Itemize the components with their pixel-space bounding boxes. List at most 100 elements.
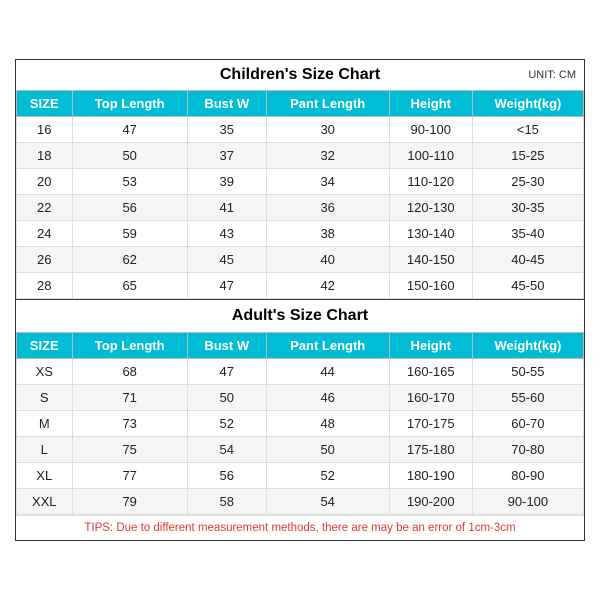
- table-cell: 32: [266, 143, 389, 169]
- table-row: XL775652180-19080-90: [17, 463, 584, 489]
- table-cell: 60-70: [472, 411, 583, 437]
- table-cell: 47: [187, 273, 266, 299]
- table-cell: 68: [72, 359, 187, 385]
- table-cell: 70-80: [472, 437, 583, 463]
- table-cell: 47: [72, 117, 187, 143]
- table-cell: 20: [17, 169, 73, 195]
- tips-text: TIPS: Due to different measurement metho…: [16, 515, 584, 540]
- table-row: 22564136120-13030-35: [17, 195, 584, 221]
- table-cell: 120-130: [389, 195, 472, 221]
- table-cell: XL: [17, 463, 73, 489]
- table-cell: 36: [266, 195, 389, 221]
- table-cell: 25-30: [472, 169, 583, 195]
- table-cell: 52: [187, 411, 266, 437]
- table-cell: 39: [187, 169, 266, 195]
- adult-header-weight: Weight(kg): [472, 333, 583, 359]
- table-cell: 56: [187, 463, 266, 489]
- table-cell: 22: [17, 195, 73, 221]
- unit-label: UNIT: CM: [528, 69, 576, 81]
- table-cell: 77: [72, 463, 187, 489]
- table-cell: 90-100: [472, 489, 583, 515]
- table-cell: M: [17, 411, 73, 437]
- table-cell: 130-140: [389, 221, 472, 247]
- children-header-size: SIZE: [17, 91, 73, 117]
- table-cell: 75: [72, 437, 187, 463]
- table-row: M735248170-17560-70: [17, 411, 584, 437]
- children-table: SIZE Top Length Bust W Pant Length Heigh…: [16, 90, 584, 299]
- table-cell: 45: [187, 247, 266, 273]
- children-header-weight: Weight(kg): [472, 91, 583, 117]
- table-cell: 15-25: [472, 143, 583, 169]
- adult-header-height: Height: [389, 333, 472, 359]
- table-cell: 26: [17, 247, 73, 273]
- table-cell: 40: [266, 247, 389, 273]
- table-cell: 56: [72, 195, 187, 221]
- table-row: XXL795854190-20090-100: [17, 489, 584, 515]
- table-cell: <15: [472, 117, 583, 143]
- table-cell: L: [17, 437, 73, 463]
- adult-header-pant-length: Pant Length: [266, 333, 389, 359]
- table-row: L755450175-18070-80: [17, 437, 584, 463]
- children-header-row: SIZE Top Length Bust W Pant Length Heigh…: [17, 91, 584, 117]
- table-row: 20533934110-12025-30: [17, 169, 584, 195]
- table-cell: 41: [187, 195, 266, 221]
- children-header-pant-length: Pant Length: [266, 91, 389, 117]
- adult-header-row: SIZE Top Length Bust W Pant Length Heigh…: [17, 333, 584, 359]
- adult-title-text: Adult's Size Chart: [232, 307, 368, 324]
- table-cell: 45-50: [472, 273, 583, 299]
- table-row: S715046160-17055-60: [17, 385, 584, 411]
- table-cell: 38: [266, 221, 389, 247]
- table-cell: 170-175: [389, 411, 472, 437]
- table-cell: 16: [17, 117, 73, 143]
- table-row: 28654742150-16045-50: [17, 273, 584, 299]
- table-cell: 50: [266, 437, 389, 463]
- table-cell: 53: [72, 169, 187, 195]
- children-header-height: Height: [389, 91, 472, 117]
- table-cell: 50: [187, 385, 266, 411]
- table-cell: 54: [187, 437, 266, 463]
- children-title-text: Children's Size Chart: [220, 66, 380, 83]
- table-cell: 48: [266, 411, 389, 437]
- table-row: 26624540140-15040-45: [17, 247, 584, 273]
- adult-chart-title: Adult's Size Chart: [16, 299, 584, 332]
- table-cell: 34: [266, 169, 389, 195]
- table-cell: 47: [187, 359, 266, 385]
- table-cell: 55-60: [472, 385, 583, 411]
- table-cell: 40-45: [472, 247, 583, 273]
- table-cell: 24: [17, 221, 73, 247]
- table-cell: 65: [72, 273, 187, 299]
- table-cell: 43: [187, 221, 266, 247]
- table-cell: 42: [266, 273, 389, 299]
- adult-header-top-length: Top Length: [72, 333, 187, 359]
- table-cell: 59: [72, 221, 187, 247]
- table-cell: 54: [266, 489, 389, 515]
- table-cell: 180-190: [389, 463, 472, 489]
- adult-header-bust-w: Bust W: [187, 333, 266, 359]
- table-cell: 80-90: [472, 463, 583, 489]
- table-row: 1647353090-100<15: [17, 117, 584, 143]
- children-chart-title: Children's Size Chart UNIT: CM: [16, 60, 584, 90]
- table-cell: XXL: [17, 489, 73, 515]
- table-cell: 18: [17, 143, 73, 169]
- table-row: 24594338130-14035-40: [17, 221, 584, 247]
- children-header-top-length: Top Length: [72, 91, 187, 117]
- table-cell: 140-150: [389, 247, 472, 273]
- table-row: 18503732100-11015-25: [17, 143, 584, 169]
- table-cell: 50-55: [472, 359, 583, 385]
- table-cell: 79: [72, 489, 187, 515]
- table-cell: 100-110: [389, 143, 472, 169]
- table-cell: 37: [187, 143, 266, 169]
- table-cell: 110-120: [389, 169, 472, 195]
- table-cell: 46: [266, 385, 389, 411]
- table-cell: 150-160: [389, 273, 472, 299]
- table-cell: S: [17, 385, 73, 411]
- table-cell: 28: [17, 273, 73, 299]
- table-cell: 35: [187, 117, 266, 143]
- table-cell: 71: [72, 385, 187, 411]
- table-cell: 44: [266, 359, 389, 385]
- table-cell: 30-35: [472, 195, 583, 221]
- table-cell: 35-40: [472, 221, 583, 247]
- table-cell: 58: [187, 489, 266, 515]
- table-cell: 190-200: [389, 489, 472, 515]
- table-cell: XS: [17, 359, 73, 385]
